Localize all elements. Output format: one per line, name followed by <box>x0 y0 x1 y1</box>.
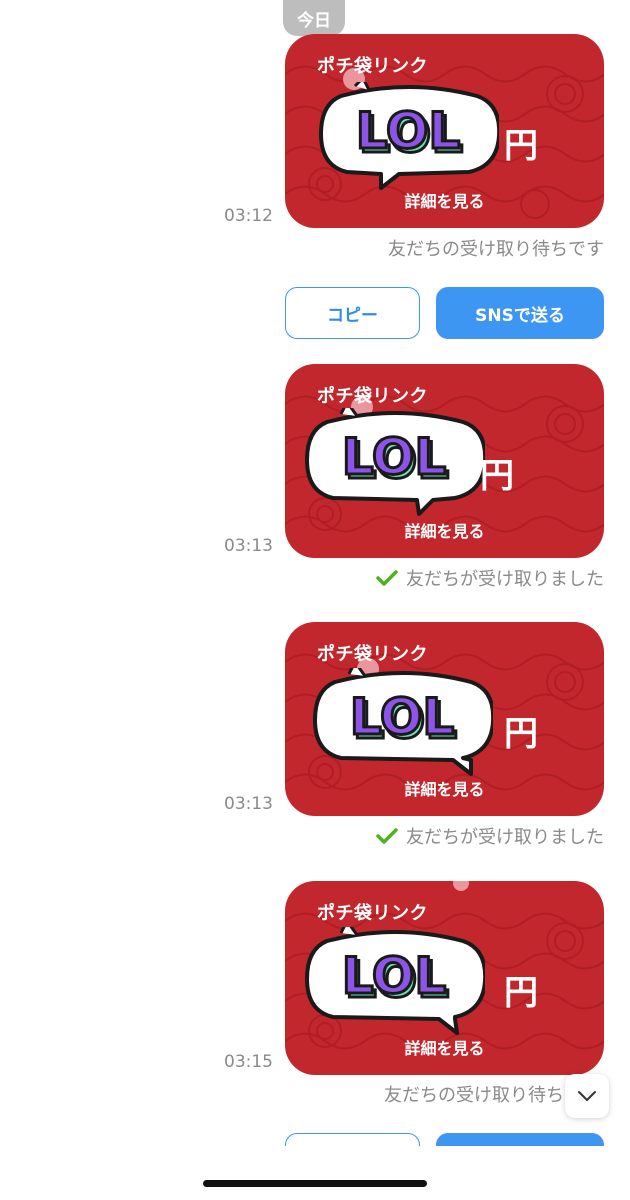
lol-sticker: LOL LOL <box>319 82 499 190</box>
view-details-link[interactable]: 詳細を見る <box>285 1035 604 1059</box>
yen-label: 円 <box>504 126 538 166</box>
receipt-status: 友だちの受け取り待ち <box>384 1081 564 1107</box>
view-details-link[interactable]: 詳細を見る <box>285 776 604 800</box>
receipt-status: 友だちが受け取りました <box>376 565 604 591</box>
yen-label: 円 <box>504 973 538 1013</box>
check-icon <box>376 569 398 587</box>
lol-sticker: LOL LOL <box>305 408 485 516</box>
view-details-label: 詳細を見る <box>404 522 485 541</box>
sticker-text: LOL <box>350 688 454 746</box>
card-title: ポチ袋リンク <box>317 644 428 665</box>
view-details-label: 詳細を見る <box>404 192 485 211</box>
lol-sticker: LOL LOL <box>313 668 493 776</box>
view-details-label: 詳細を見る <box>404 780 485 799</box>
sticker-text: LOL <box>342 947 446 1005</box>
receipt-status-text: 友だちが受け取りました <box>406 569 604 590</box>
yen-label: 円 <box>504 714 538 754</box>
receipt-status-text: 友だちの受け取り待ち <box>384 1085 564 1106</box>
receipt-status: 友だちが受け取りました <box>376 823 604 849</box>
sticker-text: LOL <box>342 428 446 486</box>
message-time: 03:13 <box>224 794 273 814</box>
copy-button[interactable]: コピー <box>285 287 420 339</box>
pochi-card[interactable]: ポチ袋リンク LOL LOL 円 詳細を見る <box>285 34 604 228</box>
date-separator: 今日 <box>283 0 345 36</box>
card-title: ポチ袋リンク <box>317 903 428 924</box>
check-icon <box>376 827 398 845</box>
card-title: ポチ袋リンク <box>317 56 428 77</box>
message-time: 03:13 <box>224 536 273 556</box>
pochi-card[interactable]: ポチ袋リンク LOL LOL 円 詳細を見る <box>285 364 604 558</box>
view-details-label: 詳細を見る <box>404 1039 485 1058</box>
yen-label: 円 <box>480 456 514 496</box>
message-time: 03:15 <box>224 1052 273 1072</box>
bottom-mask <box>0 1146 630 1200</box>
sticker-text: LOL <box>356 102 460 160</box>
chevron-down-icon <box>577 1087 597 1106</box>
receipt-status-text: 友だちの受け取り待ちです <box>388 239 604 260</box>
card-title: ポチ袋リンク <box>317 386 428 407</box>
scroll-down-button[interactable] <box>565 1074 609 1118</box>
receipt-status: 友だちの受け取り待ちです <box>388 235 604 261</box>
pochi-card[interactable]: ポチ袋リンク LOL LOL 円 詳細を見る <box>285 622 604 816</box>
home-indicator[interactable] <box>203 1180 427 1187</box>
view-details-link[interactable]: 詳細を見る <box>285 188 604 212</box>
receipt-status-text: 友だちが受け取りました <box>406 827 604 848</box>
view-details-link[interactable]: 詳細を見る <box>285 518 604 542</box>
pochi-card[interactable]: ポチ袋リンク LOL LOL 円 詳細を見る <box>285 881 604 1075</box>
lol-sticker: LOL LOL <box>305 927 485 1035</box>
message-time: 03:12 <box>224 206 273 226</box>
share-sns-button[interactable]: SNSで送る <box>436 287 604 339</box>
